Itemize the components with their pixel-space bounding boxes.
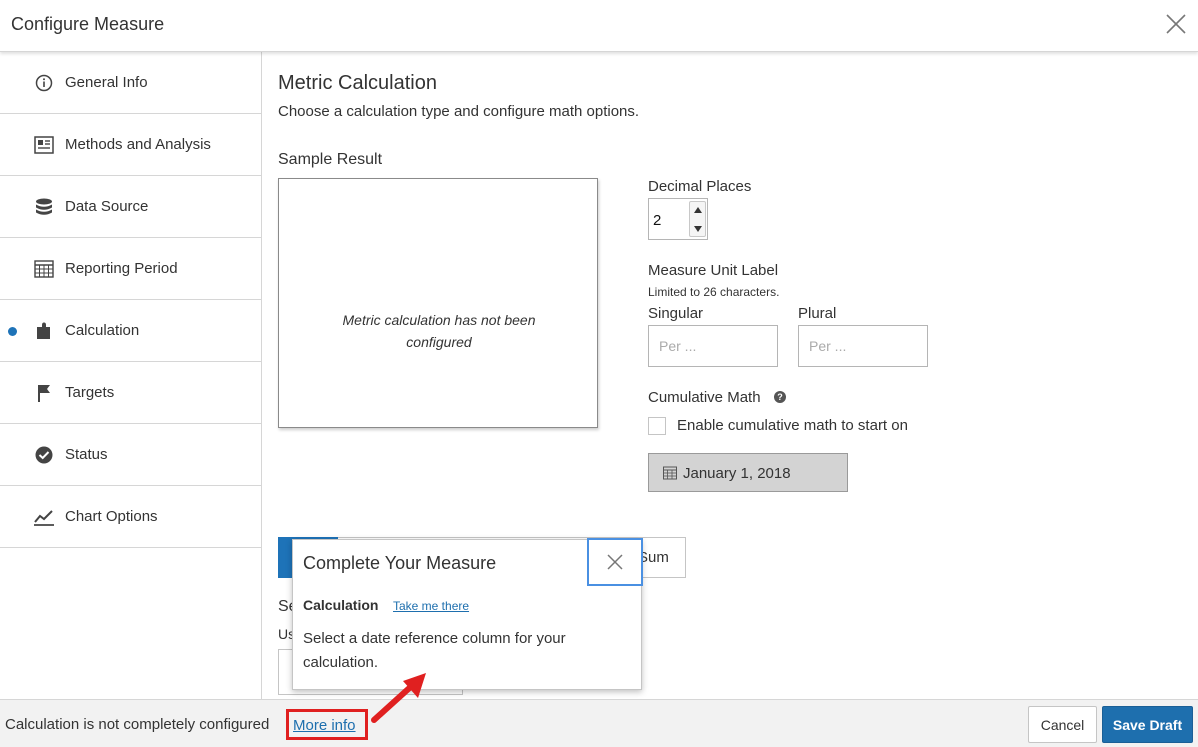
info-icon: [35, 74, 53, 92]
sidebar-item-targets[interactable]: Targets: [0, 362, 261, 424]
decimal-places-stepper[interactable]: 2: [648, 198, 708, 240]
database-icon: [36, 198, 52, 215]
check-circle-icon: [35, 446, 53, 464]
stepper-spinner[interactable]: [689, 201, 706, 237]
sidebar-item-label: Chart Options: [65, 508, 158, 525]
sidebar-item-label: Reporting Period: [65, 260, 178, 277]
cumulative-math-checkbox-label: Enable cumulative math to start on: [677, 417, 908, 434]
save-draft-button[interactable]: Save Draft: [1102, 706, 1193, 743]
chevron-down-icon[interactable]: [694, 226, 702, 232]
cumulative-start-date: January 1, 2018: [648, 453, 848, 492]
sidebar-item-calculation[interactable]: Calculation: [0, 300, 261, 362]
plural-label: Plural: [798, 305, 837, 322]
flag-icon: [38, 385, 50, 402]
plural-field[interactable]: [798, 325, 928, 367]
calendar-icon: [663, 466, 677, 480]
cumulative-start-date-value: January 1, 2018: [683, 465, 791, 482]
sidebar-item-methods-and-analysis[interactable]: Methods and Analysis: [0, 114, 261, 176]
popover-close-button[interactable]: [587, 538, 643, 586]
close-icon[interactable]: [589, 540, 641, 584]
document-icon: [34, 136, 54, 154]
sidebar-item-reporting-period[interactable]: Reporting Period: [0, 238, 261, 300]
cumulative-math-label: Cumulative Math: [648, 389, 761, 406]
more-info-highlight: More info: [286, 709, 368, 740]
annotation-arrow-icon: [371, 673, 426, 723]
sidebar-item-label: Targets: [65, 384, 115, 401]
popover-body: Select a date reference column for your …: [303, 630, 566, 671]
cumulative-math-checkbox[interactable]: [648, 417, 666, 435]
cancel-button[interactable]: Cancel: [1028, 706, 1097, 743]
sidebar-item-label: Data Source: [65, 198, 149, 215]
take-me-there-link[interactable]: Take me there: [393, 599, 469, 613]
sidebar-item-status[interactable]: Status: [0, 424, 261, 486]
sidebar-item-general-info[interactable]: General Info: [0, 52, 261, 114]
help-icon[interactable]: ?: [774, 391, 786, 403]
section-heading: Metric Calculation: [278, 72, 437, 94]
sidebar-item-label: Methods and Analysis: [65, 136, 211, 153]
more-info-link[interactable]: More info: [293, 717, 356, 734]
popover-title: Complete Your Measure: [303, 553, 497, 573]
chevron-up-icon[interactable]: [694, 207, 702, 213]
complete-measure-popover: Complete Your Measure Calculation Take m…: [292, 538, 643, 690]
sample-result-panel: Metric calculation has not been configur…: [278, 178, 598, 428]
singular-label: Singular: [648, 305, 704, 322]
modal-header: Configure Measure: [0, 0, 1198, 52]
section-description: Choose a calculation type and configure …: [278, 103, 640, 120]
sidebar-item-chart-options[interactable]: Chart Options: [0, 486, 261, 548]
modal-footer: Calculation is not completely configured…: [0, 699, 1198, 747]
measure-unit-label-heading: Measure Unit Label: [648, 262, 779, 279]
measure-unit-hint: Limited to 26 characters.: [648, 285, 780, 299]
active-indicator: [8, 327, 17, 336]
close-icon[interactable]: [1163, 11, 1189, 37]
popover-section-title: Calculation: [303, 597, 379, 613]
sidebar-nav: General Info Methods and Analysis Data S…: [0, 52, 262, 699]
sample-result-message: Metric calculation has not been configur…: [342, 312, 536, 350]
calendar-icon: [34, 260, 54, 278]
puzzle-icon: [37, 322, 50, 339]
modal-title: Configure Measure: [11, 14, 165, 34]
sidebar-item-label: Calculation: [65, 322, 140, 339]
sample-result-heading: Sample Result: [278, 151, 383, 168]
line-chart-icon: [34, 510, 54, 526]
decimal-places-value: 2: [653, 212, 662, 229]
sidebar-item-data-source[interactable]: Data Source: [0, 176, 261, 238]
decimal-places-label: Decimal Places: [648, 178, 752, 195]
configuration-status: Calculation is not completely configured: [5, 716, 270, 733]
sidebar-item-label: Status: [65, 446, 108, 463]
sidebar-item-label: General Info: [65, 74, 148, 91]
singular-field[interactable]: [648, 325, 778, 367]
